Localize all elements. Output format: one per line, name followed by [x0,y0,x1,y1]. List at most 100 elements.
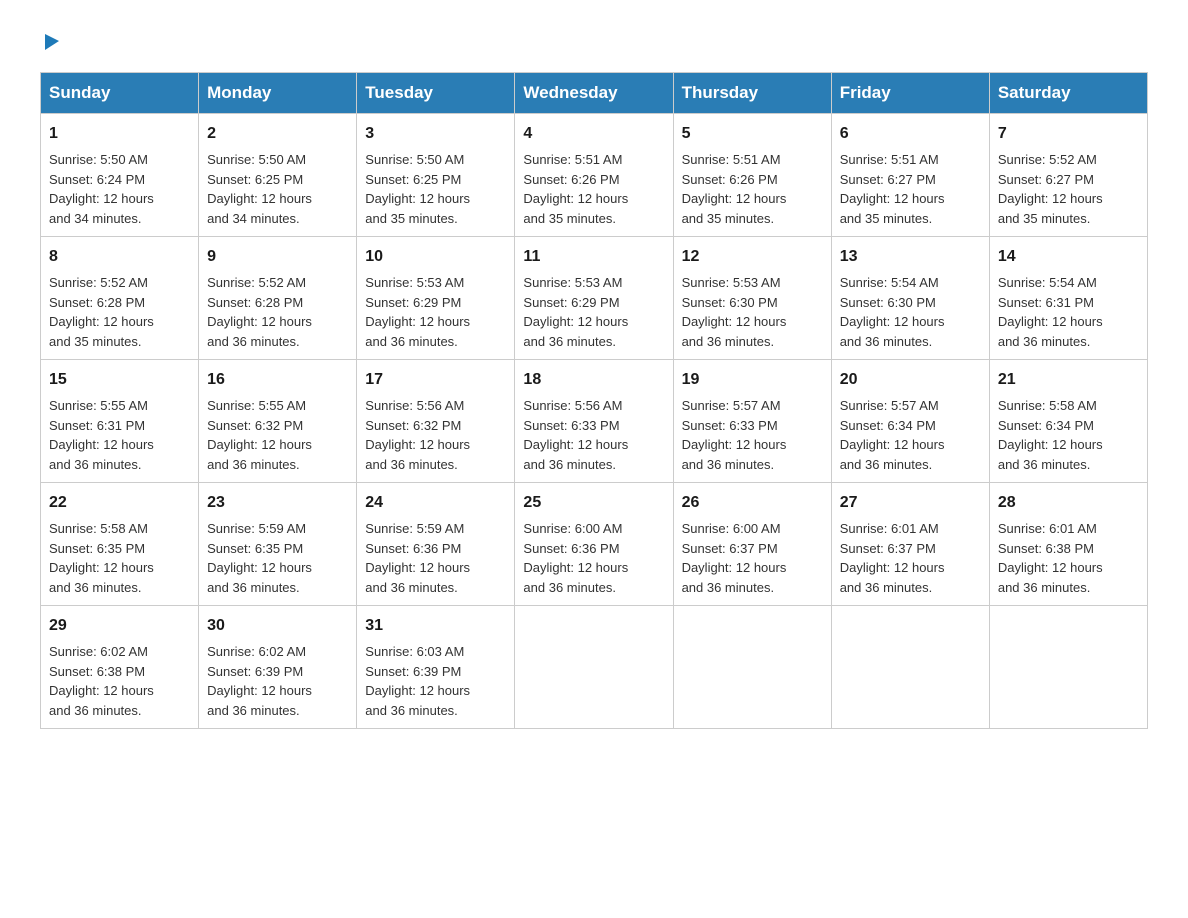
day-number: 12 [682,245,823,269]
day-info: Sunrise: 5:53 AMSunset: 6:30 PMDaylight:… [682,275,787,349]
calendar-cell: 10 Sunrise: 5:53 AMSunset: 6:29 PMDayligh… [357,237,515,360]
day-info: Sunrise: 6:01 AMSunset: 6:38 PMDaylight:… [998,521,1103,595]
calendar-cell: 16 Sunrise: 5:55 AMSunset: 6:32 PMDayligh… [199,360,357,483]
day-number: 18 [523,368,664,392]
day-number: 7 [998,122,1139,146]
calendar-cell: 4 Sunrise: 5:51 AMSunset: 6:26 PMDaylight… [515,114,673,237]
calendar-cell: 26Sunrise: 6:00 AMSunset: 6:37 PMDayligh… [673,483,831,606]
day-number: 4 [523,122,664,146]
calendar-cell: 29 Sunrise: 6:02 AMSunset: 6:38 PMDayligh… [41,606,199,729]
day-info: Sunrise: 5:51 AMSunset: 6:27 PMDaylight:… [840,152,945,226]
day-number: 30 [207,614,348,638]
week-row-5: 29 Sunrise: 6:02 AMSunset: 6:38 PMDayligh… [41,606,1148,729]
header-tuesday: Tuesday [357,73,515,114]
header-thursday: Thursday [673,73,831,114]
day-info: Sunrise: 5:56 AMSunset: 6:32 PMDaylight:… [365,398,470,472]
day-number: 29 [49,614,190,638]
week-row-1: 1Sunrise: 5:50 AMSunset: 6:24 PMDaylight… [41,114,1148,237]
day-number: 22 [49,491,190,515]
day-info: Sunrise: 5:52 AMSunset: 6:27 PMDaylight:… [998,152,1103,226]
calendar-cell: 19Sunrise: 5:57 AMSunset: 6:33 PMDayligh… [673,360,831,483]
day-info: Sunrise: 5:58 AMSunset: 6:35 PMDaylight:… [49,521,154,595]
calendar-cell: 9 Sunrise: 5:52 AMSunset: 6:28 PMDaylight… [199,237,357,360]
day-info: Sunrise: 5:50 AMSunset: 6:24 PMDaylight:… [49,152,154,226]
day-number: 2 [207,122,348,146]
day-number: 24 [365,491,506,515]
day-info: Sunrise: 5:58 AMSunset: 6:34 PMDaylight:… [998,398,1103,472]
calendar-cell: 12 Sunrise: 5:53 AMSunset: 6:30 PMDayligh… [673,237,831,360]
day-info: Sunrise: 5:51 AMSunset: 6:26 PMDaylight:… [682,152,787,226]
day-number: 6 [840,122,981,146]
day-info: Sunrise: 5:54 AMSunset: 6:31 PMDaylight:… [998,275,1103,349]
day-number: 9 [207,245,348,269]
day-info: Sunrise: 5:50 AMSunset: 6:25 PMDaylight:… [365,152,470,226]
day-number: 26 [682,491,823,515]
day-info: Sunrise: 5:50 AMSunset: 6:25 PMDaylight:… [207,152,312,226]
calendar-cell: 1Sunrise: 5:50 AMSunset: 6:24 PMDaylight… [41,114,199,237]
week-row-2: 8 Sunrise: 5:52 AMSunset: 6:28 PMDaylight… [41,237,1148,360]
day-info: Sunrise: 5:53 AMSunset: 6:29 PMDaylight:… [365,275,470,349]
day-info: Sunrise: 6:01 AMSunset: 6:37 PMDaylight:… [840,521,945,595]
day-number: 23 [207,491,348,515]
calendar-cell: 15 Sunrise: 5:55 AMSunset: 6:31 PMDayligh… [41,360,199,483]
day-info: Sunrise: 6:02 AMSunset: 6:38 PMDaylight:… [49,644,154,718]
day-info: Sunrise: 5:59 AMSunset: 6:35 PMDaylight:… [207,521,312,595]
calendar-cell: 2 Sunrise: 5:50 AMSunset: 6:25 PMDaylight… [199,114,357,237]
calendar-cell: 24 Sunrise: 5:59 AMSunset: 6:36 PMDayligh… [357,483,515,606]
day-info: Sunrise: 5:55 AMSunset: 6:32 PMDaylight:… [207,398,312,472]
day-number: 21 [998,368,1139,392]
day-info: Sunrise: 5:52 AMSunset: 6:28 PMDaylight:… [207,275,312,349]
calendar-cell: 6 Sunrise: 5:51 AMSunset: 6:27 PMDaylight… [831,114,989,237]
calendar-cell: 3 Sunrise: 5:50 AMSunset: 6:25 PMDaylight… [357,114,515,237]
header-wednesday: Wednesday [515,73,673,114]
day-info: Sunrise: 5:56 AMSunset: 6:33 PMDaylight:… [523,398,628,472]
day-number: 17 [365,368,506,392]
calendar-cell [515,606,673,729]
calendar-cell [989,606,1147,729]
header-sunday: Sunday [41,73,199,114]
week-row-4: 22 Sunrise: 5:58 AMSunset: 6:35 PMDayligh… [41,483,1148,606]
calendar-header-row: SundayMondayTuesdayWednesdayThursdayFrid… [41,73,1148,114]
calendar-cell: 28 Sunrise: 6:01 AMSunset: 6:38 PMDayligh… [989,483,1147,606]
day-info: Sunrise: 5:59 AMSunset: 6:36 PMDaylight:… [365,521,470,595]
day-number: 28 [998,491,1139,515]
day-number: 20 [840,368,981,392]
header-monday: Monday [199,73,357,114]
day-number: 11 [523,245,664,269]
calendar-cell: 25 Sunrise: 6:00 AMSunset: 6:36 PMDayligh… [515,483,673,606]
day-number: 13 [840,245,981,269]
calendar-cell: 5Sunrise: 5:51 AMSunset: 6:26 PMDaylight… [673,114,831,237]
page-header [40,30,1148,52]
day-info: Sunrise: 6:00 AMSunset: 6:36 PMDaylight:… [523,521,628,595]
calendar-cell: 30 Sunrise: 6:02 AMSunset: 6:39 PMDayligh… [199,606,357,729]
day-number: 10 [365,245,506,269]
day-info: Sunrise: 5:52 AMSunset: 6:28 PMDaylight:… [49,275,154,349]
day-number: 8 [49,245,190,269]
day-info: Sunrise: 5:57 AMSunset: 6:34 PMDaylight:… [840,398,945,472]
logo-arrow-icon [41,30,63,52]
calendar-cell: 27Sunrise: 6:01 AMSunset: 6:37 PMDayligh… [831,483,989,606]
day-info: Sunrise: 5:51 AMSunset: 6:26 PMDaylight:… [523,152,628,226]
day-number: 31 [365,614,506,638]
day-number: 14 [998,245,1139,269]
calendar-cell: 20 Sunrise: 5:57 AMSunset: 6:34 PMDayligh… [831,360,989,483]
day-info: Sunrise: 5:54 AMSunset: 6:30 PMDaylight:… [840,275,945,349]
calendar-cell: 17 Sunrise: 5:56 AMSunset: 6:32 PMDayligh… [357,360,515,483]
day-number: 3 [365,122,506,146]
day-number: 16 [207,368,348,392]
day-number: 19 [682,368,823,392]
day-info: Sunrise: 5:55 AMSunset: 6:31 PMDaylight:… [49,398,154,472]
day-info: Sunrise: 6:02 AMSunset: 6:39 PMDaylight:… [207,644,312,718]
calendar-cell: 8 Sunrise: 5:52 AMSunset: 6:28 PMDaylight… [41,237,199,360]
week-row-3: 15 Sunrise: 5:55 AMSunset: 6:31 PMDayligh… [41,360,1148,483]
day-number: 25 [523,491,664,515]
calendar-cell: 13 Sunrise: 5:54 AMSunset: 6:30 PMDayligh… [831,237,989,360]
header-friday: Friday [831,73,989,114]
logo-text [40,30,64,52]
calendar-cell: 7 Sunrise: 5:52 AMSunset: 6:27 PMDaylight… [989,114,1147,237]
calendar-cell: 22 Sunrise: 5:58 AMSunset: 6:35 PMDayligh… [41,483,199,606]
calendar-cell [673,606,831,729]
calendar-cell: 21 Sunrise: 5:58 AMSunset: 6:34 PMDayligh… [989,360,1147,483]
day-number: 15 [49,368,190,392]
calendar-cell: 14 Sunrise: 5:54 AMSunset: 6:31 PMDayligh… [989,237,1147,360]
